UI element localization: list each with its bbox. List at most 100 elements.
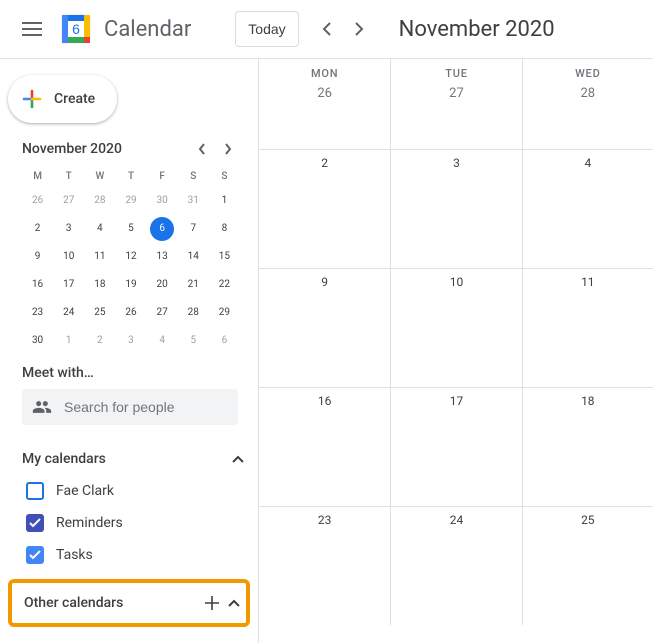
header-date-label: November 2020 — [399, 17, 555, 42]
grid-day-header[interactable]: MON26 — [259, 59, 390, 149]
mini-day[interactable]: 10 — [53, 243, 84, 271]
mini-day[interactable]: 8 — [209, 215, 240, 243]
mini-day[interactable]: 29 — [115, 187, 146, 215]
mini-day[interactable]: 30 — [147, 187, 178, 215]
mini-day[interactable]: 5 — [178, 327, 209, 355]
app-title: Calendar — [104, 17, 191, 42]
grid-day-cell[interactable]: 18 — [522, 387, 653, 506]
mini-day[interactable]: 6 — [147, 215, 178, 243]
calendar-item[interactable]: Fae Clark — [22, 475, 244, 507]
grid-day-cell[interactable]: 3 — [390, 149, 521, 268]
calendar-item[interactable]: Tasks — [22, 539, 244, 571]
grid-day-cell[interactable]: 24 — [390, 506, 521, 625]
hamburger-icon — [22, 22, 42, 36]
mini-day[interactable]: 28 — [84, 187, 115, 215]
grid-day-cell[interactable]: 17 — [390, 387, 521, 506]
mini-day[interactable]: 23 — [22, 299, 53, 327]
grid-day-cell[interactable]: 9 — [259, 268, 390, 387]
mini-day[interactable]: 12 — [115, 243, 146, 271]
people-search-input[interactable] — [62, 398, 247, 416]
prev-period-button[interactable] — [311, 13, 343, 45]
my-calendars-toggle[interactable]: My calendars — [22, 443, 244, 475]
mini-day[interactable]: 25 — [84, 299, 115, 327]
grid-day-header[interactable]: TUE27 — [390, 59, 521, 149]
mini-day[interactable]: 1 — [209, 187, 240, 215]
mini-day[interactable]: 14 — [178, 243, 209, 271]
grid-week-row: 91011 — [259, 268, 653, 387]
main-menu-button[interactable] — [12, 9, 52, 49]
date-nav — [311, 13, 375, 45]
calendar-grid: MON26TUE27WED28 23491011161718232425 — [258, 59, 653, 643]
mini-dow: W — [84, 167, 115, 187]
chevron-left-icon — [322, 22, 332, 36]
calendar-checkbox[interactable] — [26, 482, 44, 500]
mini-day[interactable]: 1 — [53, 327, 84, 355]
add-other-calendar-button[interactable] — [204, 595, 220, 611]
my-calendars-title: My calendars — [22, 451, 106, 467]
grid-day-number: 28 — [523, 86, 653, 101]
meet-with-title: Meet with… — [22, 365, 238, 381]
calendar-logo: 6 — [56, 9, 96, 49]
calendar-label: Fae Clark — [56, 483, 114, 499]
grid-day-cell[interactable]: 25 — [522, 506, 653, 625]
chevron-up-icon — [228, 599, 240, 607]
grid-day-cell[interactable]: 23 — [259, 506, 390, 625]
mini-day[interactable]: 27 — [53, 187, 84, 215]
grid-day-cell[interactable]: 16 — [259, 387, 390, 506]
grid-week-row: 232425 — [259, 506, 653, 625]
mini-day[interactable]: 9 — [22, 243, 53, 271]
mini-day[interactable]: 21 — [178, 271, 209, 299]
mini-day[interactable]: 11 — [84, 243, 115, 271]
mini-day[interactable]: 13 — [147, 243, 178, 271]
next-period-button[interactable] — [343, 13, 375, 45]
mini-day[interactable]: 4 — [84, 215, 115, 243]
mini-day[interactable]: 22 — [209, 271, 240, 299]
grid-day-header[interactable]: WED28 — [522, 59, 653, 149]
svg-text:6: 6 — [72, 21, 80, 37]
mini-day[interactable]: 5 — [115, 215, 146, 243]
chevron-left-icon — [198, 143, 206, 155]
mini-day[interactable]: 15 — [209, 243, 240, 271]
mini-day[interactable]: 28 — [178, 299, 209, 327]
calendar-label: Reminders — [56, 515, 123, 531]
mini-day[interactable]: 7 — [178, 215, 209, 243]
mini-day[interactable]: 17 — [53, 271, 84, 299]
mini-day[interactable]: 4 — [147, 327, 178, 355]
grid-day-cell[interactable]: 10 — [390, 268, 521, 387]
mini-dow: T — [53, 167, 84, 187]
mini-day[interactable]: 18 — [84, 271, 115, 299]
grid-dow-label: MON — [259, 67, 390, 80]
mini-day[interactable]: 26 — [115, 299, 146, 327]
mini-day[interactable]: 26 — [22, 187, 53, 215]
grid-day-number: 27 — [391, 86, 521, 101]
calendar-item[interactable]: Reminders — [22, 507, 244, 539]
mini-day[interactable]: 19 — [115, 271, 146, 299]
mini-day[interactable]: 16 — [22, 271, 53, 299]
mini-dow: S — [209, 167, 240, 187]
mini-day[interactable]: 3 — [115, 327, 146, 355]
mini-day[interactable]: 20 — [147, 271, 178, 299]
other-calendars-highlight: Other calendars — [8, 579, 250, 627]
mini-day[interactable]: 2 — [84, 327, 115, 355]
mini-day[interactable]: 3 — [53, 215, 84, 243]
create-button[interactable]: Create — [8, 75, 117, 123]
calendar-checkbox[interactable] — [26, 514, 44, 532]
mini-day[interactable]: 29 — [209, 299, 240, 327]
grid-day-cell[interactable]: 11 — [522, 268, 653, 387]
mini-prev-button[interactable] — [190, 137, 214, 161]
mini-day[interactable]: 6 — [209, 327, 240, 355]
mini-day[interactable]: 24 — [53, 299, 84, 327]
grid-day-cell[interactable]: 2 — [259, 149, 390, 268]
other-calendars-toggle[interactable]: Other calendars — [24, 585, 240, 621]
people-search[interactable] — [22, 389, 238, 425]
people-icon — [32, 397, 52, 417]
mini-day[interactable]: 31 — [178, 187, 209, 215]
grid-day-cell[interactable]: 4 — [522, 149, 653, 268]
mini-day[interactable]: 2 — [22, 215, 53, 243]
mini-day[interactable]: 27 — [147, 299, 178, 327]
grid-week-row: 161718 — [259, 387, 653, 506]
calendar-checkbox[interactable] — [26, 546, 44, 564]
today-button[interactable]: Today — [235, 11, 298, 47]
mini-day[interactable]: 30 — [22, 327, 53, 355]
mini-next-button[interactable] — [216, 137, 240, 161]
